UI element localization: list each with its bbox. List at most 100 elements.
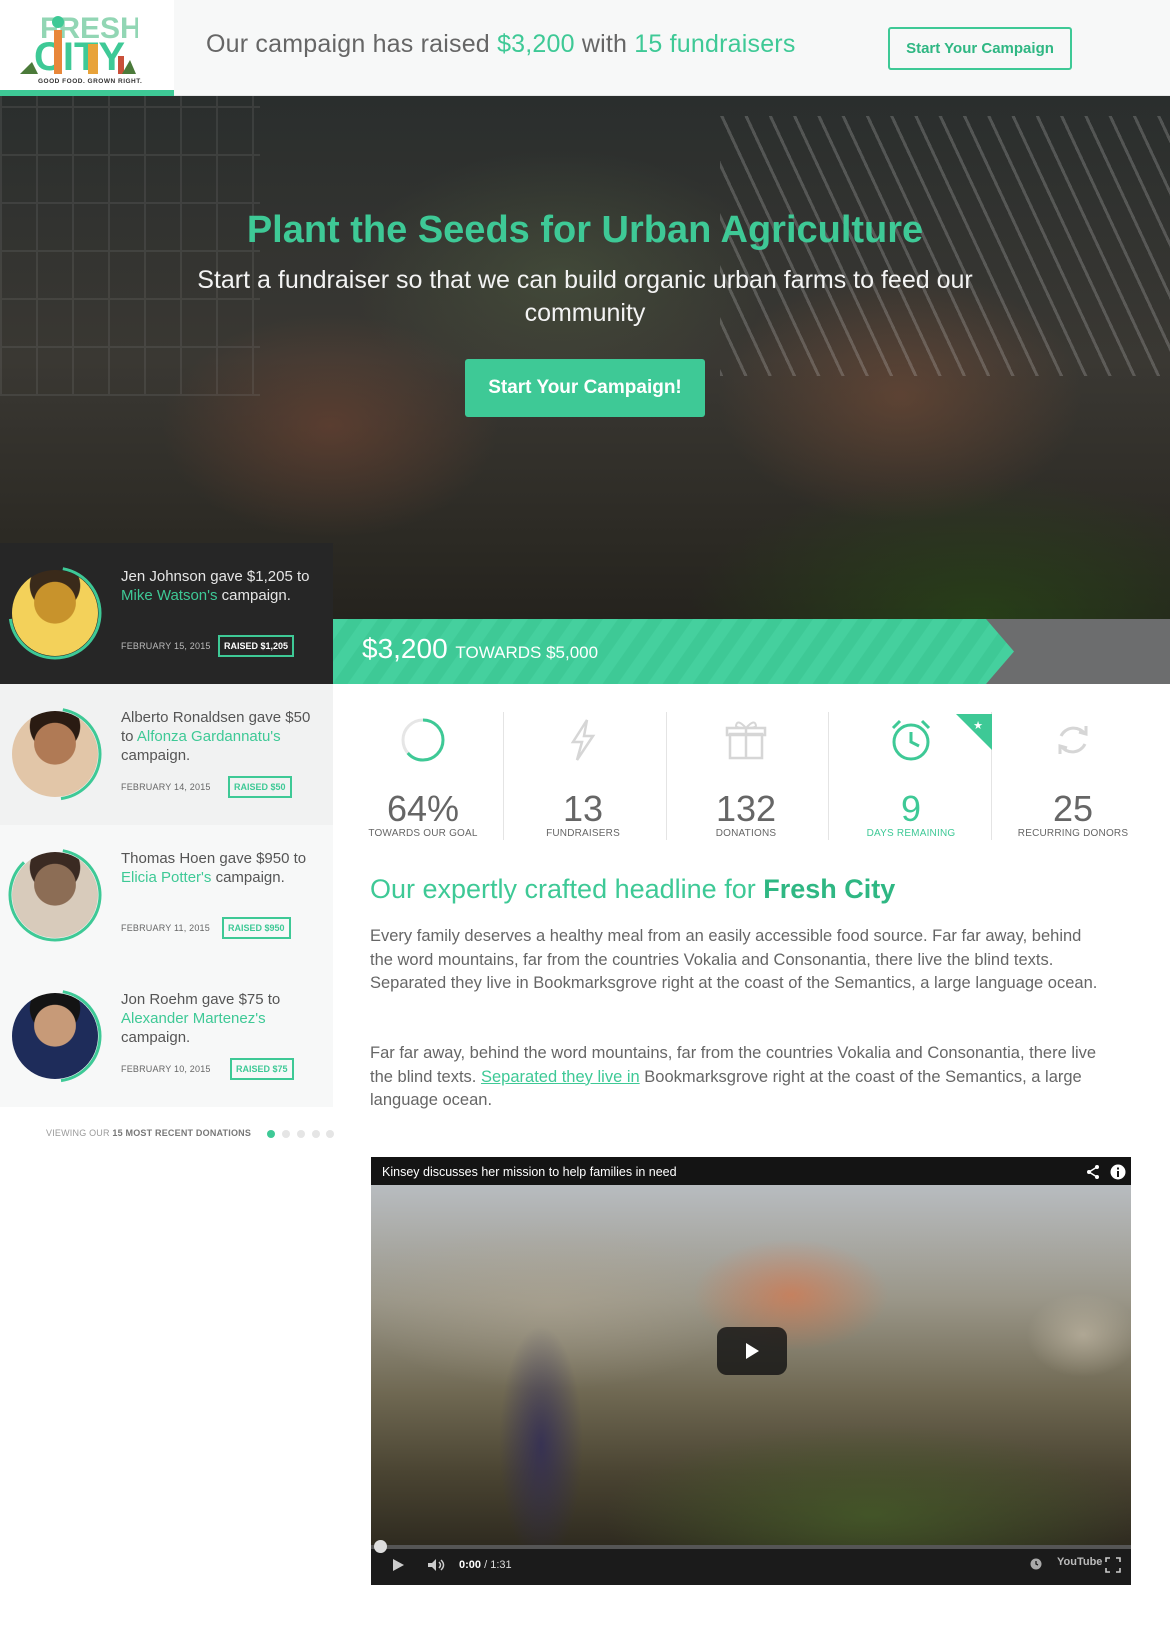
stat-value: 13 [562, 788, 604, 829]
article-headline: Our expertly crafted headline for Fresh … [370, 874, 895, 905]
top-header: FRESH CITY GOOD FOOD. GROWN RIGHT. Our c… [0, 0, 1170, 96]
hero-title: Plant the Seeds for Urban Agriculture [246, 209, 924, 251]
article-paragraph-2: Far far away, behind the word mountains,… [370, 1042, 1100, 1113]
watch-later-icon[interactable] [1030, 1558, 1042, 1570]
stat-divider [666, 712, 667, 840]
lightning-icon [570, 719, 596, 761]
stat-value: 132 [715, 788, 777, 829]
campaign-owner-link[interactable]: Elicia Potter's [121, 869, 211, 886]
donor-progress-ring [8, 707, 102, 801]
summary-mid: with [574, 30, 635, 58]
pager-dot-1[interactable] [267, 1130, 275, 1138]
donation-date: FEBRUARY 11, 2015 [121, 923, 210, 933]
donation-date: FEBRUARY 14, 2015 [121, 782, 211, 792]
pager-bold: 15 MOST RECENT DONATIONS [112, 1128, 252, 1138]
ring-arc [8, 848, 102, 942]
donation-description: Jon Roehm gave $75 to [121, 991, 281, 1008]
donation-item[interactable]: Alberto Ronaldsen gave $50 to Alfonza Ga… [0, 684, 333, 825]
stat-recurring-donors: 25 RECURRING DONORS [993, 712, 1153, 840]
stat-label: DAYS REMAINING [866, 828, 956, 839]
donation-item[interactable]: Jen Johnson gave $1,205 to Mike Watson's… [0, 543, 333, 684]
article-paragraph-1: Every family deserves a healthy meal fro… [370, 927, 1098, 992]
summary-prefix: Our campaign has raised [206, 30, 498, 58]
play-button[interactable] [717, 1327, 787, 1375]
stat-towards-our-goal: 64% TOWARDS OUR GOAL [343, 712, 503, 840]
alarm-clock-icon [891, 719, 931, 761]
raised-amount: $3,200 [497, 30, 575, 58]
video-scrubber[interactable] [374, 1540, 387, 1553]
hero-subtitle: Start a fundraiser so that we can build … [197, 266, 973, 327]
donation-text: Jon Roehm gave $75 to Alexander Martenez… [121, 990, 321, 1047]
paragraph-2-link[interactable]: Separated they live in [481, 1068, 640, 1086]
pager-dot-3[interactable] [297, 1130, 305, 1138]
time-total: / 1:31 [481, 1559, 512, 1571]
play-small-icon[interactable] [391, 1558, 405, 1572]
featured-star-ribbon: ★ [956, 714, 992, 750]
ring-arc [8, 566, 102, 660]
pager-dot-2[interactable] [282, 1130, 290, 1138]
donation-item[interactable]: Thomas Hoen gave $950 to Elicia Potter's… [0, 825, 333, 966]
donation-description-end: campaign. [217, 587, 291, 604]
info-icon[interactable] [1110, 1164, 1126, 1180]
raised-badge: RAISED $1,205 [218, 635, 295, 657]
stat-label: FUNDRAISERS [546, 828, 620, 839]
hero-start-campaign-button[interactable]: Start Your Campaign! [465, 359, 705, 417]
stat-divider [503, 712, 504, 840]
fundraisers-count: 15 fundraisers [634, 30, 796, 58]
stat-value: 25 [1052, 788, 1094, 829]
stat-value: 9 [900, 788, 922, 829]
headline-brand: Fresh City [763, 874, 896, 904]
video-title: Kinsey discusses her mission to help fam… [382, 1165, 677, 1179]
svg-text:CITY: CITY [34, 35, 125, 78]
start-campaign-button[interactable]: Start Your Campaign [888, 27, 1072, 70]
video-time: 0:00 / 1:31 [459, 1559, 512, 1571]
donation-date: FEBRUARY 15, 2015 [121, 641, 211, 651]
progress-towards: TOWARDS $5,000 [455, 643, 599, 662]
stat-label: RECURRING DONORS [1017, 828, 1129, 839]
time-current: 0:00 [459, 1559, 482, 1571]
donor-progress-ring [8, 989, 102, 1083]
pager-dot-4[interactable] [312, 1130, 320, 1138]
raised-badge: RAISED $950 [222, 917, 291, 939]
volume-icon[interactable] [427, 1558, 447, 1572]
svg-text:★: ★ [973, 719, 983, 732]
play-icon [746, 1343, 759, 1359]
stat-label: DONATIONS [715, 828, 777, 839]
stat-donations: 132 DONATIONS [666, 712, 826, 840]
donation-text: Thomas Hoen gave $950 to Elicia Potter's… [121, 849, 321, 887]
refresh-icon [1058, 726, 1088, 754]
goal-progress-label: $3,200 TOWARDS $5,000 [362, 633, 598, 665]
pager-prefix: VIEWING OUR [46, 1128, 113, 1138]
progress-amount: $3,200 [362, 633, 448, 664]
donation-text: Alberto Ronaldsen gave $50 to Alfonza Ga… [121, 708, 321, 765]
campaign-owner-link[interactable]: Alexander Martenez's [121, 1010, 266, 1027]
donation-description: Thomas Hoen gave $950 to [121, 850, 307, 867]
campaign-owner-link[interactable]: Mike Watson's [121, 587, 218, 604]
video-player[interactable]: Kinsey discusses her mission to help fam… [371, 1157, 1131, 1585]
campaign-summary: Our campaign has raised $3,200 with 15 f… [206, 30, 796, 59]
logo-graphic: FRESH CITY [20, 12, 138, 78]
donation-description-end: campaign. [121, 1029, 191, 1046]
donor-progress-ring [8, 848, 102, 942]
campaign-owner-link[interactable]: Alfonza Gardannatu's [137, 728, 281, 745]
progress-ring-icon [401, 718, 445, 762]
donation-item[interactable]: Jon Roehm gave $75 to Alexander Martenez… [0, 966, 333, 1107]
ring-arc [8, 707, 102, 801]
logo-tagline: GOOD FOOD. GROWN RIGHT. [38, 78, 143, 85]
donation-description-end: campaign. [121, 747, 191, 764]
donation-text: Jen Johnson gave $1,205 to Mike Watson's… [121, 567, 321, 605]
ring-arc [8, 989, 102, 1083]
fullscreen-icon[interactable] [1105, 1557, 1121, 1573]
pager-dot-5[interactable] [326, 1130, 334, 1138]
donor-progress-ring [8, 566, 102, 660]
stat-value: 64% [386, 788, 460, 829]
youtube-logo[interactable]: YouTube [1057, 1556, 1102, 1568]
donation-description-end: campaign. [211, 869, 285, 886]
donations-pager-text: VIEWING OUR 15 MOST RECENT DONATIONS [46, 1128, 251, 1138]
fresh-city-logo[interactable]: FRESH CITY GOOD FOOD. GROWN RIGHT. [0, 0, 174, 96]
share-icon[interactable] [1085, 1164, 1101, 1180]
raised-badge: RAISED $75 [230, 1058, 294, 1080]
video-progress-track[interactable] [371, 1540, 1131, 1553]
video-controls: 0:00 / 1:31 YouTube [371, 1540, 1131, 1585]
stat-fundraisers: 13 FUNDRAISERS [503, 712, 663, 840]
